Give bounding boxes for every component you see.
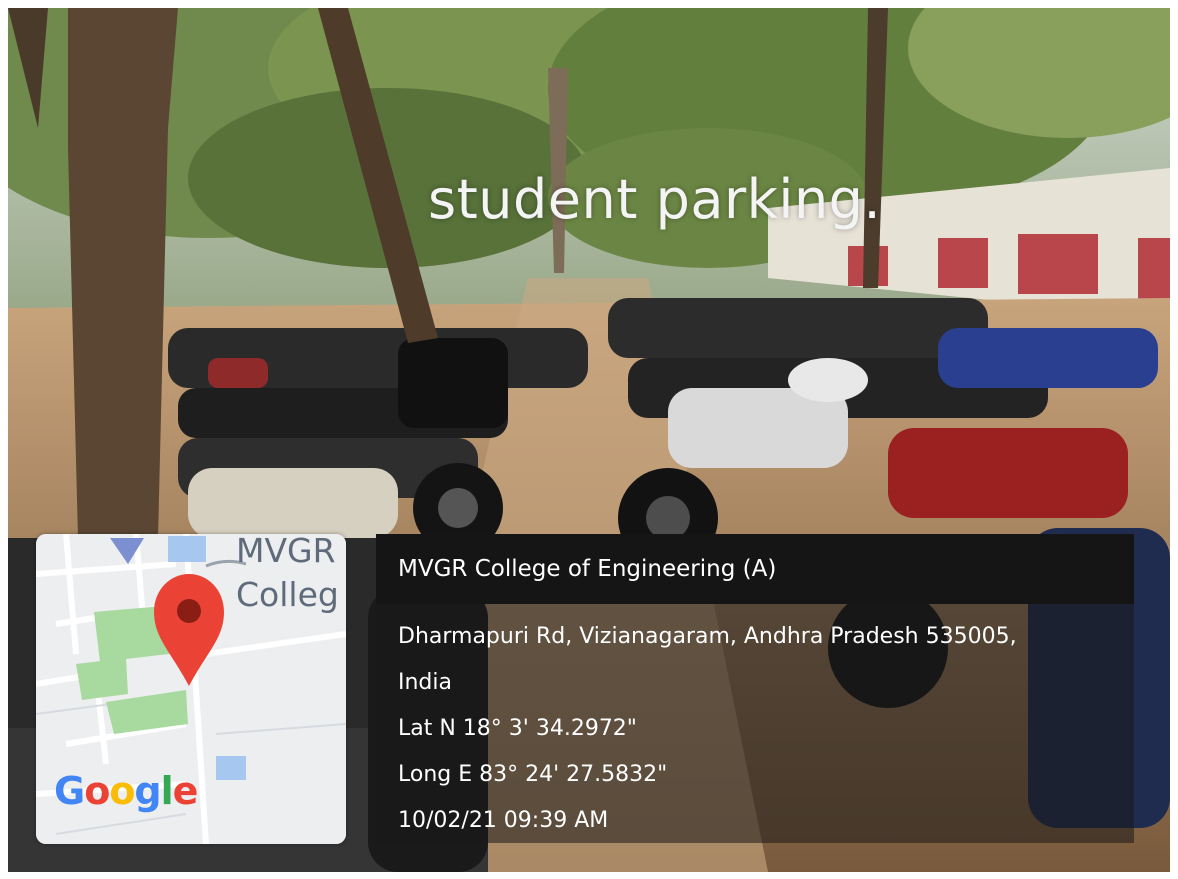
address-line: Dharmapuri Rd, Vizianagaram, Andhra Prad…	[398, 624, 1017, 649]
address-country: India	[398, 670, 452, 695]
google-logo-letter: G	[54, 769, 85, 813]
google-logo-letter: l	[160, 769, 174, 813]
map-water-marker	[168, 536, 206, 562]
google-logo: Google	[54, 769, 199, 813]
google-logo-letter: o	[109, 769, 135, 813]
timestamp-text: 10/02/21 09:39 AM	[398, 808, 609, 833]
map-place-label: MVGR	[236, 534, 336, 570]
map-water-marker	[216, 756, 246, 780]
google-logo-letter: e	[172, 769, 199, 813]
photo-caption: student parking.	[428, 168, 882, 231]
map-place-label: Colleg	[236, 575, 339, 614]
location-map-thumbnail: MVGR Colleg Google	[36, 534, 346, 844]
location-title: MVGR College of Engineering (A)	[376, 534, 1134, 604]
map-park-area	[76, 658, 128, 700]
longitude-text: Long E 83° 24' 27.5832"	[398, 762, 668, 787]
geotag-info-panel: MVGR College of Engineering (A) Dharmapu…	[376, 534, 1134, 843]
google-logo-letter: o	[84, 769, 110, 813]
latitude-text: Lat N 18° 3' 34.2972"	[398, 716, 637, 741]
google-logo-letter: g	[134, 769, 161, 813]
